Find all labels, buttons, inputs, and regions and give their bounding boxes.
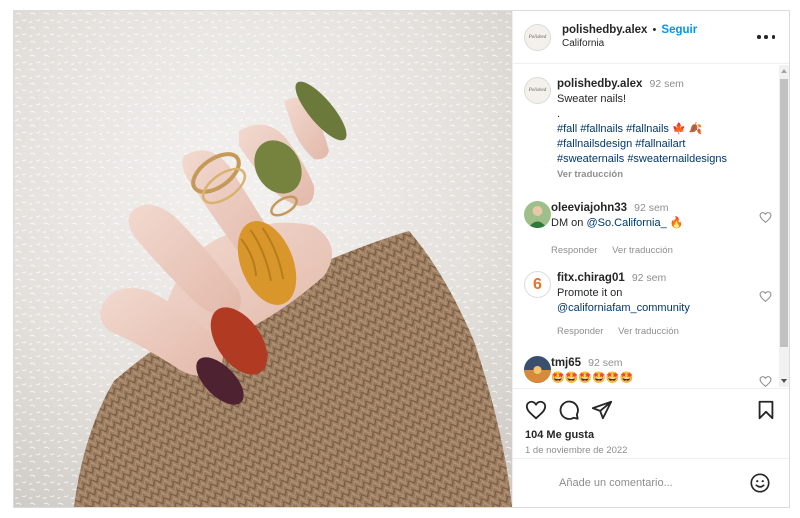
post-header: Polished polishedby.alex • Seguir Califo… (513, 11, 789, 64)
comment-item: 6 fitx.chirag01 92 sem Promote it on @ca… (524, 271, 776, 339)
commenter-avatar[interactable] (524, 356, 551, 383)
hashtags-line-3[interactable]: #sweaternails #sweaternaildesigns (557, 152, 767, 167)
post-date[interactable]: 1 de noviembre de 2022 (525, 445, 627, 456)
like-comment-heart-icon[interactable] (759, 290, 772, 303)
nails-photo-illustration (14, 11, 512, 507)
hashtags-line-2[interactable]: #fallnailsdesign #fallnailart (557, 137, 767, 152)
likes-count[interactable]: 104 Me gusta (525, 429, 594, 441)
emoji-smiley-icon[interactable] (749, 472, 771, 494)
instagram-post: Polished polishedby.alex • Seguir Califo… (13, 10, 790, 508)
caption-translate-link[interactable]: Ver traducción (557, 167, 767, 182)
translate-link[interactable]: Ver traducción (618, 326, 679, 337)
scroll-up-arrow-icon[interactable] (781, 69, 787, 73)
author-username[interactable]: polishedby.alex (562, 24, 647, 36)
reply-button[interactable]: Responder (557, 326, 603, 337)
follow-button[interactable]: Seguir (661, 24, 697, 36)
hashtags-line-1[interactable]: #fall #fallnails #fallnails 🍁 🍂 (557, 122, 767, 137)
more-options-icon[interactable] (757, 30, 775, 44)
scroll-down-arrow-icon[interactable] (781, 379, 787, 383)
caption: Polished polishedby.alex 92 sem Sweater … (524, 77, 776, 182)
comment-mention[interactable]: @californiafam_community (557, 301, 767, 316)
comments-scrollbar[interactable] (779, 65, 789, 387)
comments-list[interactable]: Polished polishedby.alex 92 sem Sweater … (513, 65, 779, 387)
like-comment-heart-icon[interactable] (759, 211, 772, 224)
author-meta: polishedby.alex • Seguir California (562, 23, 697, 51)
comment-text: Promote it on (557, 287, 623, 299)
comment-input[interactable] (559, 473, 739, 493)
post-side-panel: Polished polishedby.alex • Seguir Califo… (512, 11, 789, 507)
comment-item: tmj65 92 sem 🤩🤩🤩🤩🤩🤩 (524, 356, 776, 387)
commenter-username[interactable]: oleeviajohn33 (551, 202, 627, 214)
scroll-thumb[interactable] (780, 79, 788, 347)
comment-mention[interactable]: @So.California_ (586, 217, 666, 229)
share-paper-plane-icon[interactable] (591, 399, 613, 421)
comment-time[interactable]: 92 sem (588, 357, 622, 369)
caption-dot: . (557, 108, 561, 120)
comment-time[interactable]: 92 sem (634, 202, 668, 214)
post-location[interactable]: California (562, 37, 697, 51)
caption-avatar[interactable]: Polished (524, 77, 551, 104)
comment-item: oleeviajohn33 92 sem DM on @So.Californi… (524, 201, 776, 258)
like-comment-heart-icon[interactable] (759, 375, 772, 387)
comment-actions: Responder Ver traducción (557, 324, 767, 339)
author-avatar[interactable]: Polished (524, 23, 551, 51)
caption-text: Sweater nails! (557, 93, 627, 105)
comment-text: DM on @So.California_ 🔥 (551, 217, 684, 229)
commenter-username[interactable]: tmj65 (551, 357, 581, 369)
commenter-avatar[interactable] (524, 201, 551, 228)
add-comment-bar (513, 458, 789, 507)
caption-time[interactable]: 92 sem (650, 78, 684, 90)
like-heart-icon[interactable] (525, 399, 547, 421)
comment-time[interactable]: 92 sem (632, 272, 666, 284)
save-bookmark-icon[interactable] (755, 399, 777, 421)
translate-link[interactable]: Ver traducción (612, 245, 673, 256)
caption-username[interactable]: polishedby.alex (557, 78, 642, 90)
reply-button[interactable]: Responder (551, 245, 597, 256)
commenter-avatar[interactable]: 6 (524, 271, 551, 298)
comment-bubble-icon[interactable] (558, 399, 580, 421)
commenter-username[interactable]: fitx.chirag01 (557, 272, 625, 284)
separator-dot: • (652, 24, 657, 36)
post-photo[interactable] (14, 11, 512, 507)
comment-text: 🤩🤩🤩🤩🤩🤩 (551, 372, 634, 384)
comment-actions: Responder Ver traducción (551, 243, 761, 258)
